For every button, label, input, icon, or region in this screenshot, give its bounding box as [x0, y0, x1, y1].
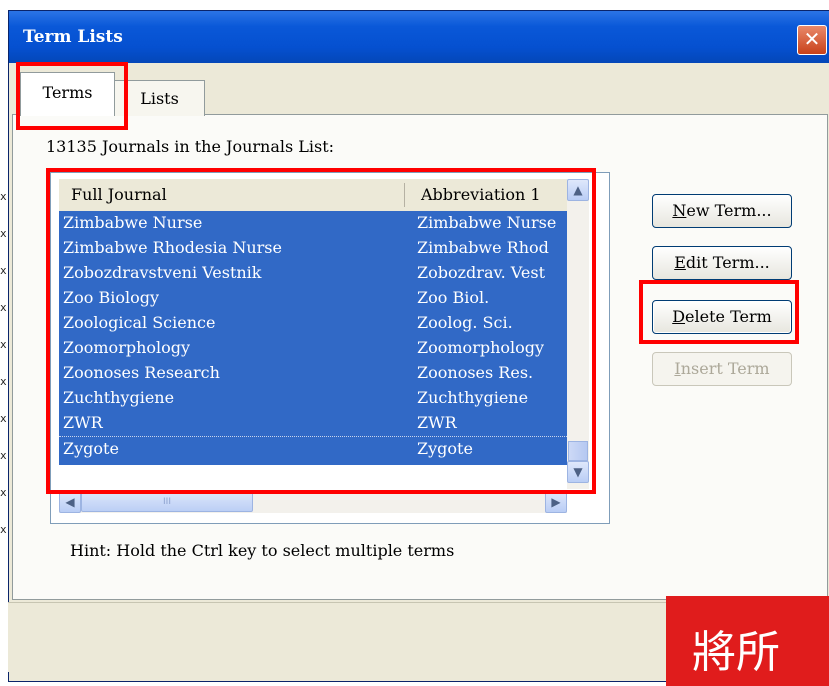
table-row[interactable]: Zoo Biology Zoo Biol. — [59, 286, 567, 311]
cell-abbreviation: Zoonoses Res. — [417, 363, 534, 382]
cell-full-journal: Zuchthygiene — [63, 388, 175, 407]
cell-full-journal: Zoonoses Research — [63, 363, 220, 382]
column-divider[interactable] — [404, 183, 405, 207]
delete-term-button[interactable]: Delete Term — [652, 300, 792, 334]
left-edge-mark: x — [0, 264, 7, 277]
cell-abbreviation: Zoolog. Sci. — [417, 313, 513, 332]
close-icon[interactable]: ✕ — [797, 25, 827, 55]
accelerator-key: E — [674, 253, 686, 272]
cell-full-journal: Zobozdravstveni Vestnik — [63, 263, 262, 282]
cell-full-journal: Zimbabwe Rhodesia Nurse — [63, 238, 282, 257]
button-label: nsert Term — [680, 359, 770, 378]
column-header-full-journal[interactable]: Full Journal — [71, 185, 167, 204]
left-edge-strip: x x x x x x x x x x — [0, 0, 8, 671]
insert-term-button[interactable]: Insert Term — [652, 352, 792, 386]
left-edge-mark: x — [0, 190, 7, 203]
edit-term-button[interactable]: Edit Term... — [652, 246, 792, 280]
table-row[interactable]: Zimbabwe Nurse Zimbabwe Nurse — [59, 211, 567, 236]
table-row[interactable]: ZWR ZWR — [59, 411, 567, 436]
column-header-abbreviation-1[interactable]: Abbreviation 1 — [421, 185, 541, 204]
cell-full-journal: Zimbabwe Nurse — [63, 213, 203, 232]
button-label: dit Term... — [685, 253, 770, 272]
window-title: Term Lists — [23, 27, 123, 47]
cell-abbreviation: Zobozdrav. Vest — [417, 263, 545, 282]
cell-abbreviation: Zimbabwe Nurse — [417, 213, 557, 232]
left-edge-mark: x — [0, 486, 7, 499]
journals-count-label: 13135 Journals in the Journals List: — [46, 137, 335, 156]
cell-abbreviation: Zimbabwe Rhod — [417, 238, 549, 257]
cell-abbreviation: Zoo Biol. — [417, 288, 490, 307]
vertical-scroll-thumb[interactable] — [568, 441, 588, 461]
vertical-scrollbar[interactable]: ▲ ▼ — [567, 179, 589, 489]
left-edge-mark: x — [0, 412, 7, 425]
hint-text: Hint: Hold the Ctrl key to select multip… — [70, 541, 455, 560]
table-row[interactable]: Zimbabwe Rhodesia Nurse Zimbabwe Rhod — [59, 236, 567, 261]
table-row[interactable]: Zuchthygiene Zuchthygiene — [59, 386, 567, 411]
accelerator-key: N — [672, 201, 687, 220]
cell-full-journal: Zoological Science — [63, 313, 216, 332]
cell-full-journal: Zoomorphology — [63, 338, 191, 357]
left-edge-mark: x — [0, 227, 7, 240]
list-header: Full Journal Abbreviation 1 — [59, 179, 567, 212]
tab-terms-label: Terms — [42, 83, 93, 102]
left-edge-mark: x — [0, 523, 7, 536]
horizontal-scroll-thumb[interactable]: III — [81, 492, 253, 512]
button-label: ew Term... — [686, 201, 772, 220]
tab-terms[interactable]: Terms — [20, 72, 115, 116]
table-row[interactable]: Zygote Zygote — [59, 436, 567, 462]
table-row[interactable]: Zoomorphology Zoomorphology — [59, 336, 567, 361]
list-rows: Zimbabwe Nurse Zimbabwe Nurse Zimbabwe R… — [59, 211, 567, 465]
title-bar[interactable]: Term Lists ✕ — [9, 11, 829, 63]
cell-full-journal: ZWR — [63, 413, 103, 432]
journal-terms-list[interactable]: Full Journal Abbreviation 1 Zimbabwe Nur… — [50, 172, 610, 524]
scroll-left-arrow-icon[interactable]: ◀ — [59, 491, 81, 513]
table-row[interactable]: Zoological Science Zoolog. Sci. — [59, 311, 567, 336]
horizontal-scrollbar[interactable]: ◀ III ▶ — [59, 491, 567, 513]
tab-lists[interactable]: Lists — [114, 80, 205, 116]
new-term-button[interactable]: New Term... — [652, 194, 792, 228]
cell-abbreviation: Zygote — [417, 439, 473, 458]
scroll-down-arrow-icon[interactable]: ▼ — [567, 461, 589, 483]
accelerator-key: D — [672, 307, 686, 326]
cell-abbreviation: ZWR — [417, 413, 457, 432]
tab-lists-label: Lists — [140, 89, 179, 108]
cell-abbreviation: Zoomorphology — [417, 338, 545, 357]
left-edge-mark: x — [0, 375, 7, 388]
scroll-up-arrow-icon[interactable]: ▲ — [567, 179, 589, 201]
cell-abbreviation: Zuchthygiene — [417, 388, 529, 407]
cell-full-journal: Zoo Biology — [63, 288, 160, 307]
left-edge-mark: x — [0, 301, 7, 314]
left-edge-mark: x — [0, 449, 7, 462]
table-row[interactable]: Zobozdravstveni Vestnik Zobozdrav. Vest — [59, 261, 567, 286]
annotation-callout: 將所 — [666, 596, 829, 686]
left-edge-mark: x — [0, 338, 7, 351]
scroll-right-arrow-icon[interactable]: ▶ — [545, 491, 567, 513]
table-row[interactable]: Zoonoses Research Zoonoses Res. — [59, 361, 567, 386]
cell-full-journal: Zygote — [63, 439, 119, 458]
button-label: elete Term — [685, 307, 772, 326]
